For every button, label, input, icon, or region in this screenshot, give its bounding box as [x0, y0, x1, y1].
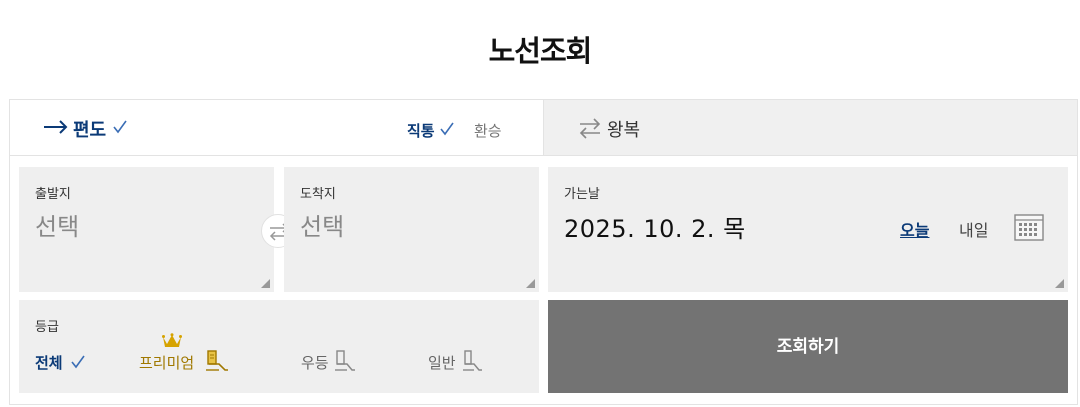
- seat-class-economy[interactable]: 일반: [428, 352, 456, 373]
- page-title: 노선조회: [488, 34, 593, 68]
- departure-label: 출발지: [35, 187, 71, 202]
- today-button[interactable]: 오늘: [900, 217, 929, 241]
- resize-corner: [526, 279, 535, 288]
- tomorrow-button[interactable]: 내일: [959, 217, 988, 241]
- tab-roundtrip[interactable]: 왕복: [543, 100, 1077, 156]
- tab-oneway-label: 편도: [73, 120, 107, 141]
- check-icon: [440, 122, 454, 136]
- crown-icon: [162, 333, 182, 347]
- resize-corner: [1055, 279, 1064, 288]
- seat-class-label: 등급: [35, 320, 59, 335]
- departure-value: 선택: [35, 213, 80, 241]
- seat-class-all[interactable]: 전체: [35, 352, 63, 373]
- seat-icon: [206, 350, 228, 371]
- date-label: 가는날: [564, 187, 600, 202]
- arrival-value: 선택: [300, 213, 345, 241]
- resize-corner: [261, 279, 270, 288]
- arrival-label: 도착지: [300, 187, 336, 202]
- date-value: 2025. 10. 2. 목: [564, 215, 746, 243]
- calendar-icon[interactable]: [1014, 213, 1044, 241]
- arrow-right-icon: [44, 120, 68, 134]
- search-button[interactable]: 조회하기: [548, 300, 1068, 393]
- route-transfer-option[interactable]: 환승: [474, 120, 502, 141]
- route-direct-option[interactable]: 직통: [407, 120, 435, 141]
- check-icon: [71, 355, 85, 369]
- departure-select[interactable]: 출발지 선택: [19, 167, 274, 292]
- seat-class-first[interactable]: 우등: [301, 352, 329, 373]
- seat-class-premium[interactable]: 프리미엄: [139, 352, 194, 373]
- arrival-select[interactable]: 도착지 선택: [284, 167, 539, 292]
- seat-icon: [335, 350, 355, 371]
- date-select[interactable]: 가는날 2025. 10. 2. 목 오늘 내일: [548, 167, 1068, 292]
- seat-icon: [463, 350, 482, 371]
- check-icon: [113, 120, 127, 134]
- seat-class-group: 등급 전체 프리미엄 우등 일반: [19, 300, 539, 393]
- route-search-form: 편도 직통 환승 왕복 출발지 선택 도착지 선택 가는날 2025. 10. …: [9, 99, 1078, 405]
- tab-roundtrip-label: 왕복: [607, 120, 641, 141]
- tab-oneway[interactable]: 편도 직통 환승: [10, 100, 543, 156]
- swap-arrows-icon: [579, 118, 601, 139]
